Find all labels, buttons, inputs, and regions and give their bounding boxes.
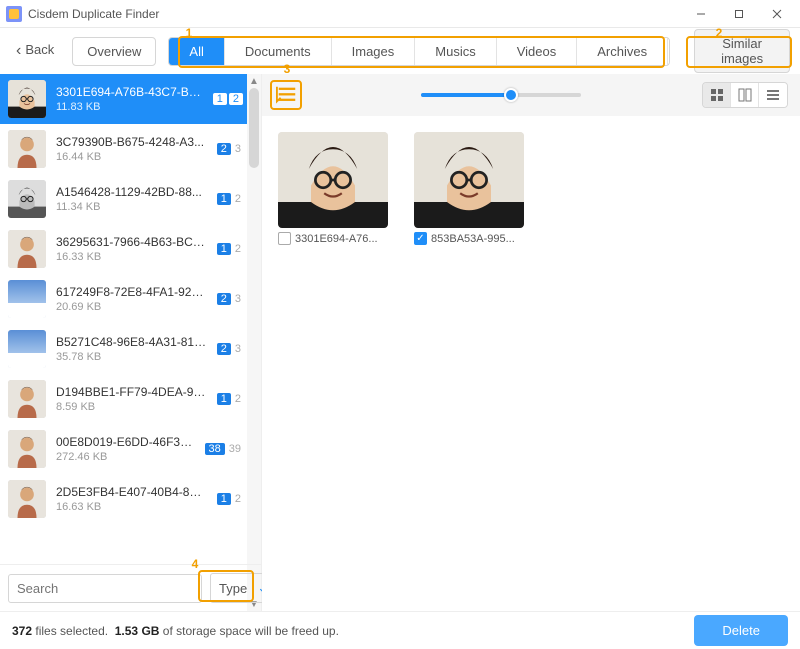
file-name: 617249F8-72E8-4FA1-921... [56, 285, 207, 299]
preview-grid: 3301E694-A76... ✓ 853BA53A-995... [262, 116, 800, 611]
list-item[interactable]: 36295631-7966-4B63-BC9... 16.33 KB 12 [0, 224, 261, 274]
close-button[interactable] [758, 0, 796, 28]
view-grid-button[interactable] [703, 83, 731, 107]
list-item[interactable]: D194BBE1-FF79-4DEA-95... 8.59 KB 12 [0, 374, 261, 424]
tab-others[interactable]: Others [668, 38, 670, 65]
preview-image [414, 132, 524, 228]
sidebar-scrollbar[interactable]: ▲ ▼ [247, 74, 261, 611]
file-size: 16.44 KB [56, 151, 207, 163]
title-bar: Cisdem Duplicate Finder [0, 0, 800, 28]
file-name: 3301E694-A76B-43C7-B8... [56, 85, 203, 99]
app-title: Cisdem Duplicate Finder [28, 7, 159, 21]
similar-images-button[interactable]: Similar images [694, 29, 790, 73]
list-item[interactable]: 2D5E3FB4-E407-40B4-815... 16.63 KB 12 [0, 474, 261, 524]
preview-tile[interactable]: ✓ 853BA53A-995... [414, 132, 524, 245]
thumbnail [8, 230, 46, 268]
tab-videos[interactable]: Videos [497, 38, 578, 65]
status-text: 372 files selected. 1.53 GB of storage s… [12, 624, 339, 638]
view-mode-group [702, 82, 788, 108]
thumbnail [8, 130, 46, 168]
file-size: 16.33 KB [56, 251, 207, 263]
duplicate-count: 3839 [205, 443, 244, 455]
file-name: B5271C48-96E8-4A31-810... [56, 335, 207, 349]
duplicate-count: 12 [217, 243, 243, 255]
duplicate-count: 23 [217, 293, 243, 305]
back-button[interactable]: Back [10, 38, 60, 64]
preview-tile[interactable]: 3301E694-A76... [278, 132, 388, 245]
toolbar: Back Overview All Documents Images Music… [0, 28, 800, 74]
duplicate-group-list[interactable]: 3301E694-A76B-43C7-B8... 11.83 KB 12 3C7939… [0, 74, 261, 564]
thumbnail [8, 480, 46, 518]
tab-musics[interactable]: Musics [415, 38, 496, 65]
list-item[interactable]: B5271C48-96E8-4A31-810... 35.78 KB 23 [0, 324, 261, 374]
file-name: D194BBE1-FF79-4DEA-95... [56, 385, 207, 399]
type-dropdown-label: Type [219, 581, 247, 596]
tab-documents[interactable]: Documents [225, 38, 332, 65]
file-name: 2D5E3FB4-E407-40B4-815... [56, 485, 207, 499]
view-list-button[interactable] [759, 83, 787, 107]
list-item[interactable]: 3301E694-A76B-43C7-B8... 11.83 KB 12 [0, 74, 261, 124]
file-name: 36295631-7966-4B63-BC9... [56, 235, 207, 249]
thumbnail [8, 180, 46, 218]
list-item[interactable]: 00E8D019-E6DD-46F3-9E... 272.46 KB 3839 [0, 424, 261, 474]
thumbnail [8, 80, 46, 118]
duplicate-count: 12 [217, 193, 243, 205]
sort-button[interactable] [274, 82, 300, 108]
minimize-button[interactable] [682, 0, 720, 28]
sidebar: 3301E694-A76B-43C7-B8... 11.83 KB 12 3C7939… [0, 74, 262, 611]
file-name: 00E8D019-E6DD-46F3-9E... [56, 435, 195, 449]
tab-images[interactable]: Images [332, 38, 416, 65]
file-size: 35.78 KB [56, 351, 207, 363]
thumbnail [8, 430, 46, 468]
file-name: 3C79390B-B675-4248-A3... [56, 135, 207, 149]
overview-button[interactable]: Overview [72, 37, 156, 66]
file-size: 20.69 KB [56, 301, 207, 313]
view-columns-button[interactable] [731, 83, 759, 107]
tab-all[interactable]: All [169, 38, 224, 65]
thumbnail [8, 380, 46, 418]
file-size: 16.63 KB [56, 501, 207, 513]
thumbnail-size-slider[interactable] [314, 93, 688, 97]
preview-caption: 853BA53A-995... [431, 233, 515, 245]
status-bar: 372 files selected. 1.53 GB of storage s… [0, 611, 800, 649]
maximize-button[interactable] [720, 0, 758, 28]
list-item[interactable]: 617249F8-72E8-4FA1-921... 20.69 KB 23 [0, 274, 261, 324]
content: 3301E694-A76B-43C7-B8... 11.83 KB 12 3C7939… [0, 74, 800, 611]
delete-button[interactable]: Delete [694, 615, 788, 646]
thumbnail [8, 280, 46, 318]
search-input[interactable] [8, 574, 202, 603]
duplicate-count: 23 [217, 343, 243, 355]
file-size: 11.34 KB [56, 201, 207, 213]
checkbox[interactable] [278, 232, 291, 245]
preview-image [278, 132, 388, 228]
preview-toolbar: 3 [262, 74, 800, 116]
thumbnail [8, 330, 46, 368]
duplicate-count: 23 [217, 143, 243, 155]
duplicate-count: 12 [217, 493, 243, 505]
file-size: 11.83 KB [56, 101, 203, 113]
filter-tabs: All Documents Images Musics Videos Archi… [168, 37, 670, 66]
file-size: 8.59 KB [56, 401, 207, 413]
list-item[interactable]: 3C79390B-B675-4248-A3... 16.44 KB 23 [0, 124, 261, 174]
sidebar-footer: Type ⌄ 4 [0, 564, 261, 611]
file-name: A1546428-1129-42BD-88... [56, 185, 207, 199]
list-item[interactable]: A1546428-1129-42BD-88... 11.34 KB 12 [0, 174, 261, 224]
file-size: 272.46 KB [56, 451, 195, 463]
tab-archives[interactable]: Archives [577, 38, 668, 65]
duplicate-count: 12 [213, 93, 243, 105]
duplicate-count: 12 [217, 393, 243, 405]
preview-caption: 3301E694-A76... [295, 233, 378, 245]
preview-pane: 3 3301E694-A76... ✓ 853BA53A-995... [262, 74, 800, 611]
app-icon [6, 6, 22, 22]
checkbox[interactable]: ✓ [414, 232, 427, 245]
